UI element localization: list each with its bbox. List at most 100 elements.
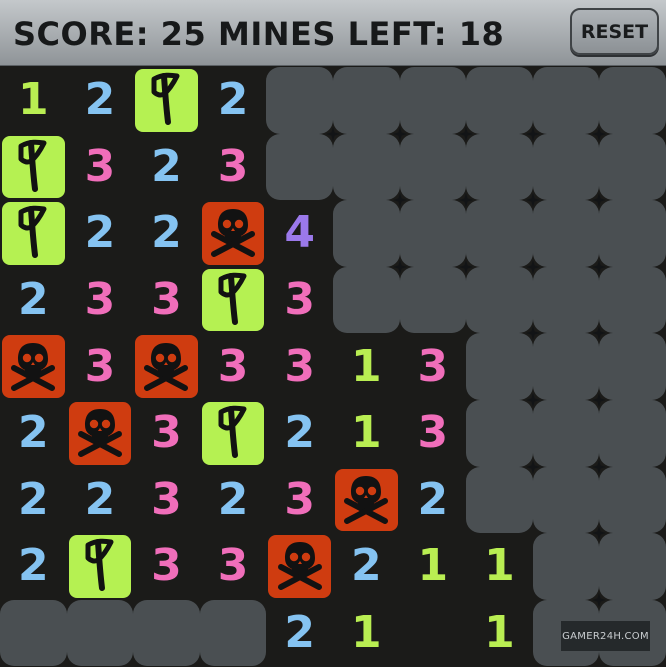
revealed-cell[interactable]: 3 (400, 333, 467, 400)
covered-cell[interactable] (599, 333, 666, 400)
covered-cell[interactable] (332, 200, 400, 267)
covered-cell[interactable] (133, 599, 200, 667)
revealed-cell[interactable]: 2 (200, 467, 267, 534)
revealed-cell[interactable]: 1 (0, 67, 67, 134)
covered-cell[interactable] (532, 533, 600, 600)
revealed-cell[interactable]: 3 (400, 400, 467, 467)
flagged-cell[interactable] (200, 267, 267, 334)
revealed-cell[interactable]: 3 (67, 267, 134, 334)
revealed-cell[interactable]: 2 (0, 267, 67, 334)
revealed-cell[interactable]: 4 (266, 200, 333, 267)
covered-cell[interactable] (466, 200, 533, 267)
revealed-cell[interactable]: 1 (333, 333, 400, 400)
covered-cell[interactable] (532, 333, 600, 400)
covered-cell[interactable] (266, 133, 333, 201)
covered-cell[interactable] (199, 599, 267, 667)
revealed-cell[interactable]: 2 (67, 67, 134, 134)
revealed-cell[interactable]: 3 (133, 400, 200, 467)
revealed-cell[interactable]: 3 (266, 467, 333, 534)
covered-cell[interactable] (332, 67, 400, 134)
flagged-cell[interactable] (67, 533, 134, 600)
cell-number: 1 (350, 607, 382, 659)
revealed-cell[interactable]: 2 (133, 134, 200, 201)
flagged-cell[interactable] (0, 200, 67, 267)
revealed-cell[interactable]: 2 (400, 467, 467, 534)
covered-cell[interactable] (66, 599, 134, 667)
covered-cell[interactable] (466, 399, 533, 467)
covered-cell[interactable] (532, 466, 600, 534)
mine-cell[interactable] (133, 333, 200, 400)
covered-cell[interactable] (532, 399, 600, 467)
reset-button[interactable]: RESET (570, 8, 659, 55)
revealed-cell[interactable]: 2 (0, 400, 67, 467)
revealed-cell[interactable]: 3 (200, 134, 267, 201)
covered-cell[interactable] (332, 133, 400, 201)
revealed-cell[interactable]: 3 (133, 267, 200, 334)
cell-number: 2 (350, 540, 382, 592)
flagged-cell[interactable] (0, 134, 67, 201)
covered-cell[interactable] (532, 266, 600, 334)
covered-cell[interactable] (0, 599, 67, 667)
cell-number: 3 (84, 274, 116, 326)
revealed-cell[interactable]: 1 (400, 533, 467, 600)
cell-number: 1 (350, 407, 382, 459)
revealed-cell[interactable]: 2 (133, 200, 200, 267)
revealed-cell[interactable]: 2 (0, 533, 67, 600)
flagged-cell[interactable] (200, 400, 267, 467)
revealed-cell[interactable]: 1 (466, 533, 533, 600)
covered-cell[interactable] (332, 266, 400, 334)
mine-cell[interactable] (333, 467, 400, 534)
covered-cell[interactable] (399, 266, 467, 334)
revealed-cell[interactable]: 2 (0, 467, 67, 534)
revealed-cell[interactable]: 1 (466, 600, 533, 667)
revealed-cell[interactable]: 3 (200, 533, 267, 600)
covered-cell[interactable] (599, 133, 666, 201)
covered-cell[interactable] (599, 200, 666, 267)
covered-cell[interactable] (399, 133, 467, 201)
revealed-cell[interactable]: 2 (333, 533, 400, 600)
mine-cell[interactable] (200, 200, 267, 267)
flagged-cell[interactable] (133, 67, 200, 134)
covered-cell[interactable] (466, 333, 533, 400)
revealed-cell[interactable]: 3 (133, 467, 200, 534)
revealed-cell[interactable]: 3 (67, 134, 134, 201)
covered-cell[interactable] (266, 67, 333, 134)
covered-cell[interactable] (399, 67, 467, 134)
covered-cell[interactable] (599, 533, 666, 600)
revealed-cell[interactable]: 2 (67, 467, 134, 534)
covered-cell[interactable] (466, 266, 533, 334)
revealed-cell[interactable]: 2 (67, 200, 134, 267)
revealed-cell[interactable]: 3 (266, 267, 333, 334)
covered-cell[interactable] (466, 67, 533, 134)
covered-cell[interactable] (466, 133, 533, 201)
revealed-cell[interactable]: 3 (133, 533, 200, 600)
covered-cell[interactable] (466, 466, 533, 534)
revealed-cell[interactable]: 2 (200, 67, 267, 134)
mine-cell[interactable] (0, 333, 67, 400)
covered-cell[interactable] (599, 67, 666, 134)
revealed-cell[interactable]: 3 (67, 333, 134, 400)
revealed-cell[interactable]: 3 (200, 333, 267, 400)
skull-crossbones-icon (138, 337, 194, 397)
mine-cell[interactable] (67, 400, 134, 467)
covered-tile (266, 133, 333, 201)
revealed-cell[interactable]: 2 (266, 400, 333, 467)
flag-icon (16, 137, 50, 197)
cell-number: 2 (417, 473, 449, 525)
covered-cell[interactable] (399, 200, 467, 267)
covered-cell[interactable] (532, 67, 600, 134)
covered-tile (599, 266, 666, 334)
revealed-cell[interactable]: 1 (333, 600, 400, 667)
covered-cell[interactable] (532, 133, 600, 201)
covered-cell[interactable] (599, 466, 666, 534)
covered-tile (332, 67, 400, 134)
revealed-cell[interactable]: 3 (266, 333, 333, 400)
revealed-cell[interactable]: 2 (266, 600, 333, 667)
mine-cell[interactable] (266, 533, 333, 600)
cell-number: 3 (217, 340, 249, 392)
covered-cell[interactable] (599, 266, 666, 334)
revealed-cell[interactable]: 1 (333, 400, 400, 467)
covered-cell[interactable] (532, 200, 600, 267)
revealed-cell[interactable] (400, 600, 467, 667)
covered-cell[interactable] (599, 399, 666, 467)
